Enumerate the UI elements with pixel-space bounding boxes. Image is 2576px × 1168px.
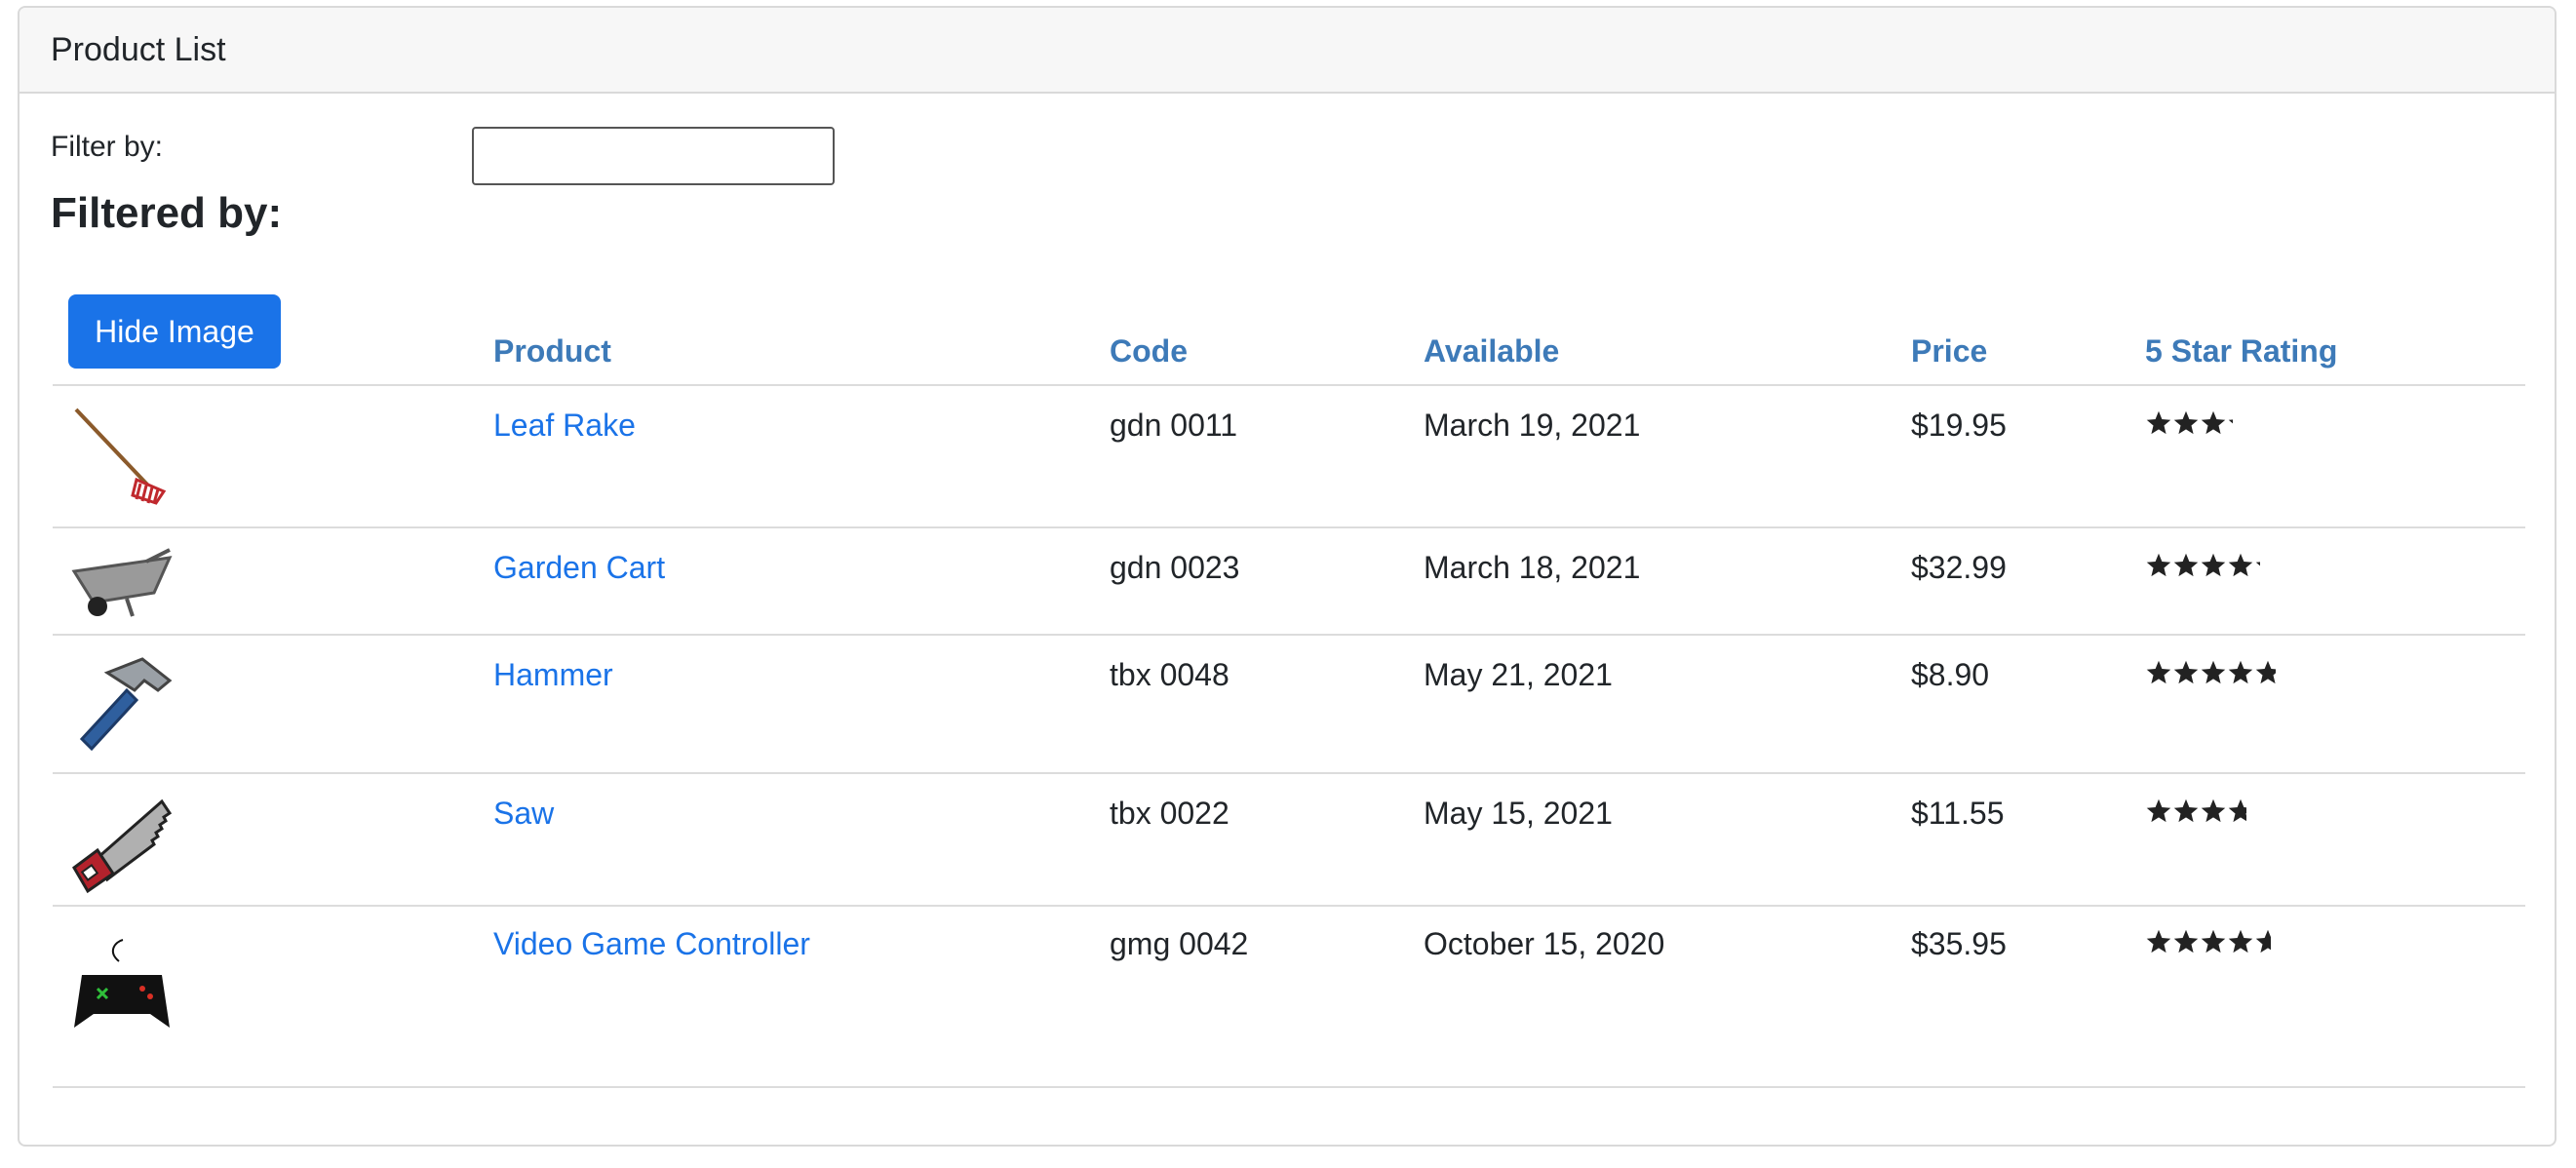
product-available: October 15, 2020 <box>1424 926 1665 961</box>
column-header-price[interactable]: Price <box>1911 333 1987 370</box>
product-list-card: Product List Filter by: Filtered by: Hid… <box>18 6 2556 1147</box>
product-available: May 15, 2021 <box>1424 796 1613 831</box>
star-icon <box>2227 409 2233 437</box>
product-link[interactable]: Hammer <box>493 657 613 693</box>
column-header-rating[interactable]: 5 Star Rating <box>2145 333 2337 370</box>
product-code: tbx 0048 <box>1110 657 1229 692</box>
product-code: tbx 0022 <box>1110 796 1229 831</box>
product-price: $32.99 <box>1911 550 2007 585</box>
product-link[interactable]: Garden Cart <box>493 550 665 586</box>
star-icon <box>2145 659 2172 686</box>
table-bottom-divider <box>53 1086 2525 1088</box>
product-price: $19.95 <box>1911 408 2007 443</box>
star-rating <box>2145 798 2246 825</box>
star-icon <box>2200 659 2227 686</box>
row-divider <box>53 905 2525 907</box>
star-icon <box>2172 409 2200 437</box>
star-icon <box>2254 659 2276 686</box>
filter-input[interactable] <box>472 127 835 185</box>
star-icon <box>2227 798 2246 825</box>
page-title: Product List <box>51 30 226 68</box>
star-rating <box>2145 659 2276 686</box>
product-code: gdn 0011 <box>1110 408 1238 443</box>
product-link[interactable]: Video Game Controller <box>493 926 810 962</box>
product-price: $11.55 <box>1911 796 2005 831</box>
product-link[interactable]: Leaf Rake <box>493 408 636 444</box>
star-icon <box>2172 659 2200 686</box>
star-icon <box>2200 409 2227 437</box>
product-code: gdn 0023 <box>1110 550 1240 585</box>
star-icon <box>2254 928 2271 955</box>
star-icon <box>2145 928 2172 955</box>
product-available: May 21, 2021 <box>1424 657 1613 692</box>
star-rating <box>2145 409 2233 437</box>
leaf-rake-image <box>74 408 167 505</box>
star-rating <box>2145 928 2271 955</box>
star-icon <box>2145 409 2172 437</box>
star-icon <box>2172 928 2200 955</box>
star-icon <box>2200 928 2227 955</box>
product-available: March 19, 2021 <box>1424 408 1641 443</box>
star-icon <box>2200 552 2227 579</box>
star-icon <box>2145 798 2172 825</box>
column-header-code[interactable]: Code <box>1110 333 1188 370</box>
star-icon <box>2172 798 2200 825</box>
star-rating <box>2145 552 2260 579</box>
star-icon <box>2172 552 2200 579</box>
saw-image <box>72 798 173 894</box>
column-header-available[interactable]: Available <box>1424 333 1559 370</box>
product-price: $35.95 <box>1911 926 2007 961</box>
row-divider <box>53 526 2525 528</box>
star-icon <box>2254 552 2260 579</box>
column-header-product[interactable]: Product <box>493 333 611 370</box>
product-code: gmg 0042 <box>1110 926 1249 961</box>
filter-label: Filter by: <box>51 131 164 163</box>
star-icon <box>2227 928 2254 955</box>
product-price: $8.90 <box>1911 657 1990 692</box>
filtered-by-heading: Filtered by: <box>51 189 283 237</box>
row-divider <box>53 772 2525 774</box>
card-header: Product List <box>20 8 2555 94</box>
video-game-controller-image <box>74 939 170 1028</box>
table-header-divider <box>53 384 2525 386</box>
hide-image-button[interactable]: Hide Image <box>68 294 281 369</box>
product-link[interactable]: Saw <box>493 796 554 832</box>
star-icon <box>2227 552 2254 579</box>
star-icon <box>2227 659 2254 686</box>
hammer-image <box>79 657 173 752</box>
star-icon <box>2200 798 2227 825</box>
row-divider <box>53 634 2525 636</box>
star-icon <box>2145 552 2172 579</box>
product-available: March 18, 2021 <box>1424 550 1641 585</box>
